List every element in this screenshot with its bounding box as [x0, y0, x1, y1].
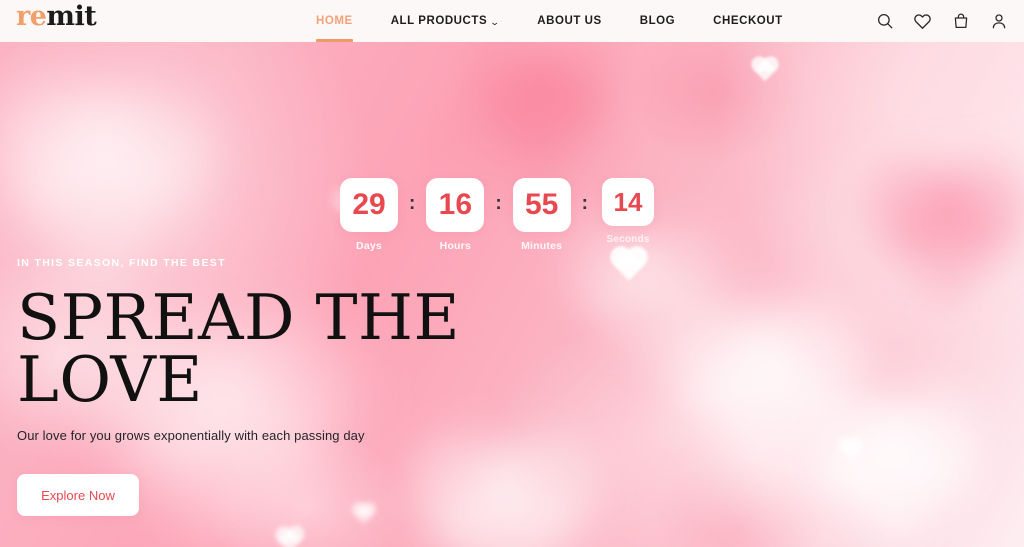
brand-logo[interactable]: remit — [16, 1, 97, 32]
countdown-minutes-label: Minutes — [521, 240, 563, 252]
countdown-days-box: 29 — [340, 178, 398, 232]
countdown-days-label: Days — [356, 240, 382, 252]
countdown-hours-box: 16 — [426, 178, 485, 232]
nav-item-all-products-label: ALL PRODUCTS — [390, 15, 488, 27]
nav-item-all-products[interactable]: ALL PRODUCTS ⌄ — [391, 0, 500, 42]
chevron-down-icon: ⌄ — [489, 16, 501, 27]
header-actions — [875, 0, 1008, 42]
nav-item-blog[interactable]: BLOG — [640, 0, 675, 42]
decorative-heart-icon — [753, 58, 777, 82]
countdown-minutes-box: 55 — [512, 178, 571, 232]
countdown-days-value: 29 — [352, 188, 386, 221]
search-icon[interactable] — [875, 12, 894, 31]
decorative-heart-icon — [613, 249, 645, 281]
countdown-minutes: 55 Minutes — [511, 178, 573, 252]
landing-page: remit HOME ALL PRODUCTS ⌄ ABOUT US BLOG … — [0, 0, 1024, 547]
hero-subtitle: Our love for you grows exponentially wit… — [17, 428, 365, 444]
hero-copy: IN THIS SEASON, FIND THE BEST SPREAD THE… — [17, 257, 460, 517]
nav-item-checkout[interactable]: CHECKOUT — [713, 0, 783, 42]
nav-item-about-us[interactable]: ABOUT US — [537, 0, 601, 42]
brand-logo-prefix: re — [16, 1, 47, 32]
countdown-seconds-label: Seconds — [606, 234, 650, 245]
countdown-hours-value: 16 — [438, 188, 473, 221]
countdown-seconds-value: 14 — [613, 187, 643, 217]
countdown-hours: 16 Hours — [424, 178, 486, 252]
decorative-heart-icon — [482, 54, 603, 175]
countdown-separator: : — [409, 193, 416, 214]
countdown-separator: : — [581, 193, 588, 214]
countdown-seconds-box: 14 — [601, 178, 654, 226]
countdown-separator: : — [495, 193, 502, 214]
explore-now-button[interactable]: Explore Now — [17, 474, 139, 517]
decorative-heart-icon — [581, 238, 709, 366]
nav-item-checkout-label: CHECKOUT — [713, 15, 783, 27]
page-title: SPREAD THE LOVE — [17, 281, 460, 416]
hero-banner: 29 Days : 16 Hours : 55 Minutes : 14 Sec… — [0, 42, 1024, 547]
main-navigation: HOME ALL PRODUCTS ⌄ ABOUT US BLOG CHECKO… — [316, 0, 783, 42]
nav-item-blog-label: BLOG — [639, 15, 676, 27]
countdown-minutes-value: 55 — [524, 188, 559, 221]
decorative-heart-icon — [839, 438, 862, 461]
hero-eyebrow: IN THIS SEASON, FIND THE BEST — [17, 257, 226, 269]
heart-icon[interactable] — [913, 12, 932, 31]
nav-item-home-label: HOME — [316, 15, 353, 27]
countdown-days: 29 Days — [338, 178, 400, 252]
user-account-icon[interactable] — [989, 12, 1008, 31]
countdown-seconds: 14 Seconds — [597, 178, 659, 245]
countdown-hours-label: Hours — [439, 240, 471, 252]
brand-logo-suffix: mit — [46, 1, 97, 32]
countdown-timer: 29 Days : 16 Hours : 55 Minutes : 14 Sec… — [338, 178, 659, 252]
shopping-bag-icon[interactable] — [951, 12, 970, 31]
decorative-heart-icon — [880, 172, 1015, 307]
nav-item-about-us-label: ABOUT US — [537, 15, 602, 27]
decorative-heart-icon — [824, 406, 966, 547]
decorative-heart-icon — [680, 317, 850, 487]
site-header: remit HOME ALL PRODUCTS ⌄ ABOUT US BLOG … — [0, 0, 1024, 42]
nav-item-home[interactable]: HOME — [316, 0, 353, 42]
decorative-heart-icon — [277, 528, 302, 547]
